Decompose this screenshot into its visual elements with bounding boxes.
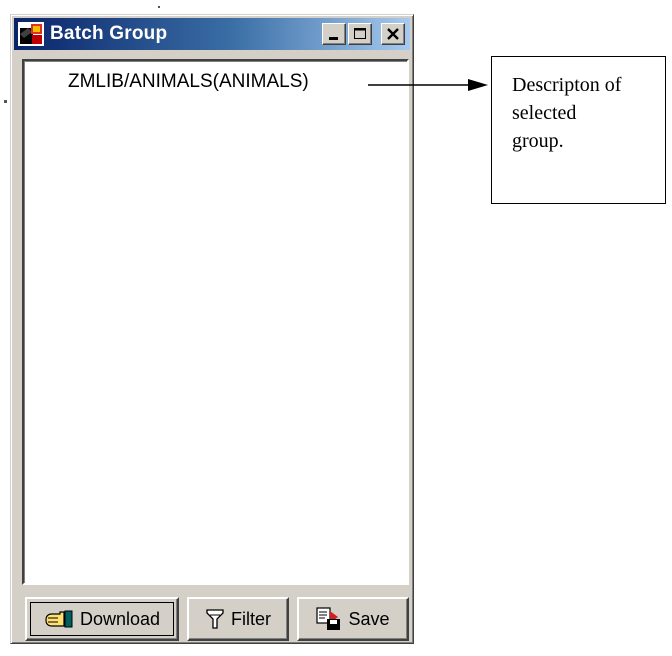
- filter-label: Filter: [231, 608, 271, 629]
- annotation-line: selected: [512, 102, 577, 124]
- minimize-icon: [329, 37, 338, 40]
- annotation-note: Descripton of selected group.: [491, 56, 666, 204]
- app-icon: [18, 22, 44, 46]
- download-label: Download: [79, 608, 161, 629]
- annotation-line: group.: [512, 130, 564, 152]
- minimize-button[interactable]: [322, 23, 346, 45]
- annotation-line: Descripton of: [512, 74, 622, 96]
- maximize-icon: [354, 28, 366, 39]
- stray-mark: [158, 6, 160, 8]
- stray-mark: [4, 100, 7, 103]
- batch-group-window: Batch Group ZMLIB/ANIMALS(ANIMALS) Downl…: [10, 14, 414, 644]
- maximize-button[interactable]: [348, 23, 372, 45]
- filter-button[interactable]: Filter: [187, 597, 289, 641]
- window-title: Batch Group: [50, 23, 168, 44]
- save-label: Save: [348, 608, 390, 629]
- filter-icon: [206, 609, 224, 629]
- download-icon: [45, 610, 73, 628]
- save-icon: [316, 607, 341, 630]
- group-listbox[interactable]: ZMLIB/ANIMALS(ANIMALS): [22, 59, 409, 585]
- download-button[interactable]: Download: [25, 597, 179, 641]
- title-bar[interactable]: Batch Group: [14, 18, 410, 50]
- list-item[interactable]: ZMLIB/ANIMALS(ANIMALS): [68, 71, 309, 93]
- save-button[interactable]: Save: [297, 597, 409, 641]
- close-button[interactable]: [381, 23, 405, 45]
- close-icon: [387, 28, 399, 40]
